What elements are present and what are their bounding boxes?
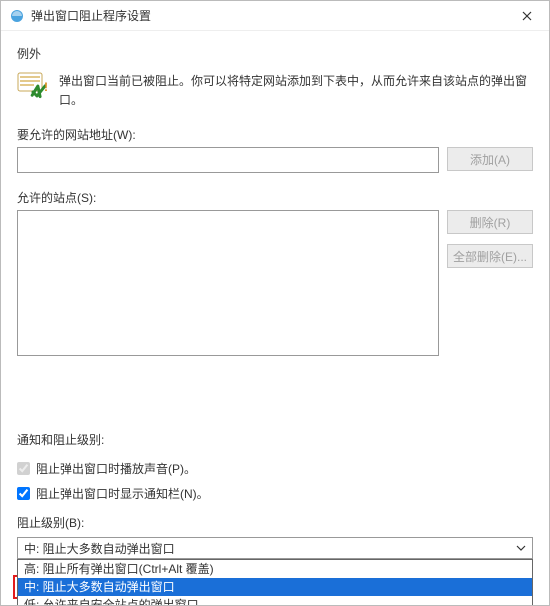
address-input[interactable] <box>17 147 439 173</box>
block-level-option-high[interactable]: 高: 阻止所有弹出窗口(Ctrl+Alt 覆盖) <box>18 560 532 578</box>
close-button[interactable] <box>505 1 549 31</box>
block-level-option-medium[interactable]: 中: 阻止大多数自动弹出窗口 <box>18 578 532 596</box>
remove-all-button[interactable]: 全部删除(E)... <box>447 244 533 268</box>
allowed-sites-listbox[interactable] <box>17 210 439 356</box>
dialog-content: 例外 ! 弹出窗口当前已被阻止。你可以将特定网站添加到下表中，从而允许来自该站点… <box>1 31 549 605</box>
play-sound-checkbox <box>17 462 30 475</box>
exceptions-header: ! 弹出窗口当前已被阻止。你可以将特定网站添加到下表中，从而允许来自该站点的弹出… <box>17 70 533 110</box>
block-level-option-low[interactable]: 低: 允许来自安全站点的弹出窗口 <box>18 596 532 605</box>
chevron-down-icon <box>516 543 526 553</box>
window-title: 弹出窗口阻止程序设置 <box>31 7 505 24</box>
play-sound-label: 阻止弹出窗口时播放声音(P)。 <box>36 460 196 477</box>
allowed-sites-label: 允许的站点(S): <box>17 189 533 206</box>
titlebar: 弹出窗口阻止程序设置 <box>1 1 549 31</box>
remove-button[interactable]: 删除(R) <box>447 210 533 234</box>
notify-heading: 通知和阻止级别: <box>17 431 533 448</box>
close-icon <box>522 11 532 21</box>
dialog-popup-blocker-settings: 弹出窗口阻止程序设置 例外 ! 弹出窗口当前已被阻止。你可以将特定网站添加到下表… <box>0 0 550 606</box>
play-sound-checkbox-row: 阻止弹出窗口时播放声音(P)。 <box>17 460 533 477</box>
block-level-selected-text: 中: 阻止大多数自动弹出窗口 <box>24 540 175 557</box>
app-icon <box>9 8 25 24</box>
popup-allowed-icon: ! <box>17 70 49 102</box>
show-bar-checkbox[interactable] <box>17 487 30 500</box>
block-level-label: 阻止级别(B): <box>17 514 533 531</box>
block-level-dropdown[interactable]: 中: 阻止大多数自动弹出窗口 高: 阻止所有弹出窗口(Ctrl+Alt 覆盖) … <box>17 537 533 559</box>
show-bar-checkbox-row[interactable]: 阻止弹出窗口时显示通知栏(N)。 <box>17 485 533 502</box>
svg-text:!: ! <box>44 80 48 94</box>
block-level-popup: 高: 阻止所有弹出窗口(Ctrl+Alt 覆盖) 中: 阻止大多数自动弹出窗口 … <box>17 559 533 605</box>
add-button[interactable]: 添加(A) <box>447 147 533 171</box>
exceptions-heading: 例外 <box>17 45 533 62</box>
address-label: 要允许的网站地址(W): <box>17 126 533 143</box>
show-bar-label: 阻止弹出窗口时显示通知栏(N)。 <box>36 485 209 502</box>
block-level-selected[interactable]: 中: 阻止大多数自动弹出窗口 <box>17 537 533 559</box>
exceptions-description: 弹出窗口当前已被阻止。你可以将特定网站添加到下表中，从而允许来自该站点的弹出窗口… <box>59 70 533 110</box>
